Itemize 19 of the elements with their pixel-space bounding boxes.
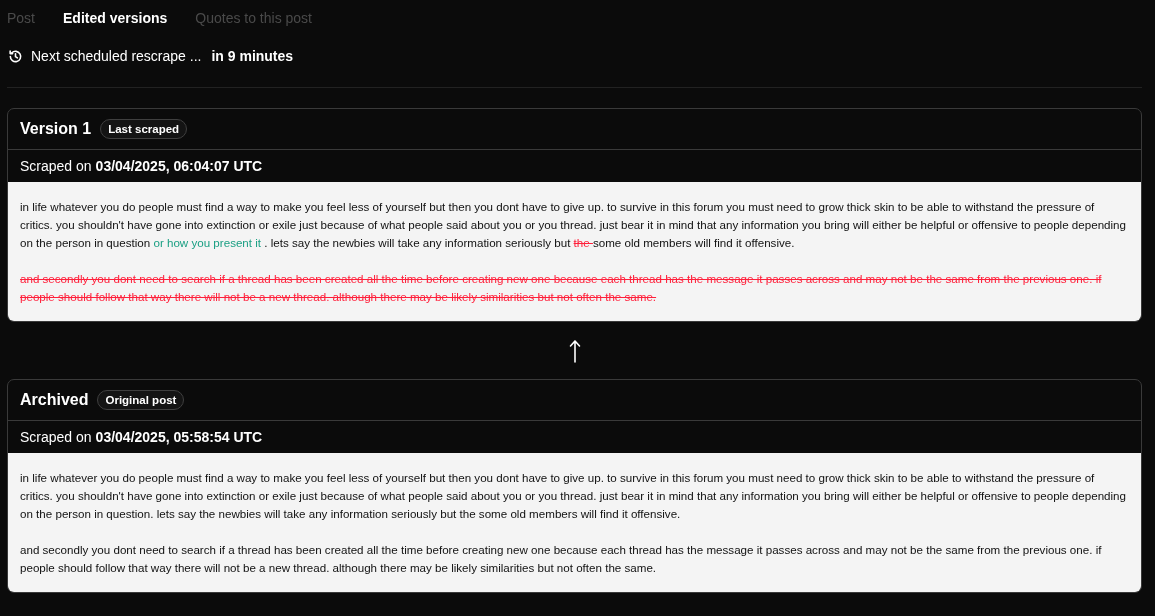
version-badge: Original post (97, 390, 185, 410)
post-paragraph: in life whatever you do people must find a way to make you feel less of yourself but then you dont have to give up. to survive in this forum you must need to grow thick skin to be able to withstand the pressure of critics. you shouldn't have gone into extinction or exile just because of what people said about you or you thread. just bear it in mind that any information you bring will either be helpful or offensive to people depending on the person in question. lets say the newbies will take any information seriously but the some old members will find it offensive. (20, 470, 1128, 522)
post-paragraph: and secondly you dont need to search if a thread has been created all the time before creating new one because each thread has the message it passes across and may not be the same from the previous one. if people should follow that way there will not be a new thread. although there may be likely similarities but not often the same. (20, 271, 1103, 305)
post-paragraph: and secondly you dont need to search if a thread has been created all the time before creating new one because each thread has the message it passes across and may not be the same from the previous one. if people should follow that way there will not be a new thread. although there may be likely similarities but not often the same. (20, 542, 1103, 576)
tab[interactable]: Quotes to this post (195, 10, 312, 26)
rescrape-label: Next scheduled rescrape ... (31, 48, 202, 64)
scraped-time: 03/04/2025, 05:58:54 UTC (95, 429, 263, 445)
post-paragraph: in life whatever you do people must find a way to make you feel less of yourself but then you dont have to give up. to survive in this forum you must need to grow thick skin to be able to withstand the pressure of critics. you shouldn't have gone into extinction or exile just because of what people said about you or you thread. just bear it in mind that any information you bring will either be helpful or offensive to people depending on the person in question or how you present it . lets say the newbies will take any information seriously but the some old members will find it offensive. (20, 199, 1128, 251)
arrow-up-icon (568, 338, 581, 363)
scraped-time: 03/04/2025, 06:04:07 UTC (95, 158, 263, 174)
scraped-label: Scraped on (20, 429, 92, 445)
rescrape-time: in 9 minutes (211, 48, 294, 64)
version-badge: Last scraped (100, 119, 188, 139)
version-title: Archived (20, 391, 89, 409)
version-title: Version 1 (20, 120, 92, 138)
tab[interactable]: Edited versions (63, 10, 168, 26)
history-icon (8, 48, 23, 64)
scraped-label: Scraped on (20, 158, 92, 174)
tab[interactable]: Post (7, 10, 35, 26)
